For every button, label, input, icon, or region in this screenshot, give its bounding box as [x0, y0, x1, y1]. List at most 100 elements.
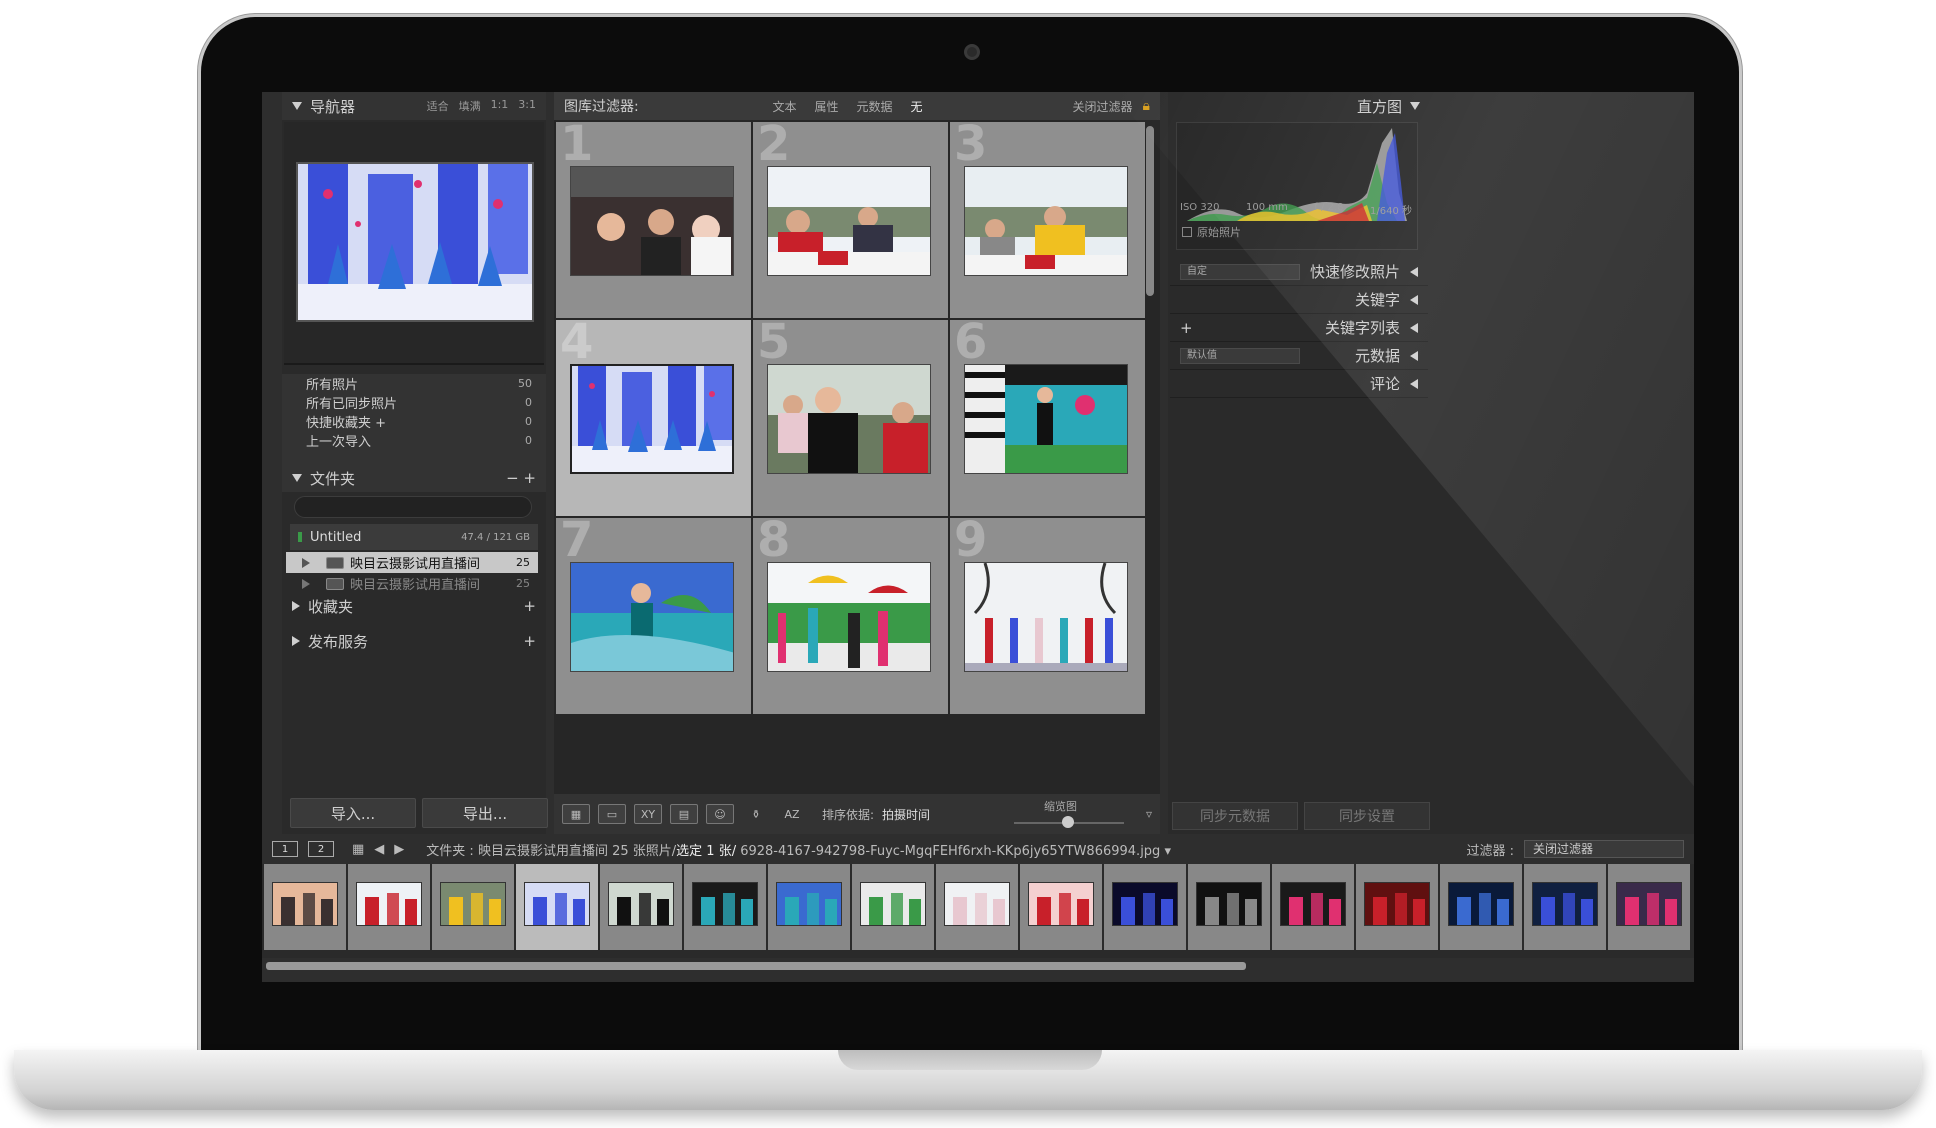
folders-actions[interactable]: − + — [506, 469, 536, 487]
zoom-fit[interactable]: 适合 — [427, 98, 449, 114]
spray-can-icon[interactable]: ⚱ — [742, 804, 770, 824]
filter-select[interactable]: 关闭过滤器 — [1524, 840, 1684, 858]
photo-thumbnail[interactable] — [570, 562, 734, 672]
filmstrip-cell[interactable] — [936, 864, 1018, 950]
expand-triangle-icon[interactable] — [292, 636, 300, 646]
add-collection-icon[interactable]: + — [523, 597, 536, 615]
folder-item[interactable]: 映目云摄影试用直播间 25 — [286, 573, 538, 594]
thumbnail-size-slider[interactable]: 缩览图 — [1013, 798, 1124, 830]
quick-develop-preset-select[interactable]: 自定 — [1180, 263, 1300, 280]
filmstrip-cell-selected[interactable] — [516, 864, 598, 950]
filmstrip-cell[interactable] — [1188, 864, 1270, 950]
back-arrow-icon[interactable]: ◀ — [374, 842, 384, 857]
filmstrip-scrollbar[interactable] — [266, 962, 1246, 970]
filter-none[interactable]: 无 — [911, 98, 923, 115]
expand-triangle-icon[interactable] — [302, 557, 310, 568]
navigator-header[interactable]: 导航器 适合 填满 1:1 3:1 — [282, 92, 546, 120]
filmstrip-cell[interactable] — [264, 864, 346, 950]
primary-monitor-button[interactable]: 1 — [272, 841, 298, 857]
grid-cell[interactable]: 5 — [753, 320, 948, 516]
filmstrip-cell[interactable] — [1608, 864, 1690, 950]
filmstrip-thumbnail[interactable] — [524, 882, 590, 926]
grid-scrollbar[interactable] — [1146, 126, 1154, 296]
filmstrip-thumbnail[interactable] — [860, 882, 926, 926]
folder-search-input[interactable] — [294, 496, 532, 518]
survey-view-icon[interactable]: ▤ — [670, 804, 698, 824]
zoom-3-1[interactable]: 3:1 — [518, 98, 536, 114]
filmstrip-thumbnail[interactable] — [1364, 882, 1430, 926]
filmstrip-thumbnail[interactable] — [608, 882, 674, 926]
secondary-monitor-button[interactable]: 2 — [308, 841, 334, 857]
photo-thumbnail[interactable] — [964, 166, 1128, 276]
photo-thumbnail[interactable] — [964, 562, 1128, 672]
filmstrip-thumbnail[interactable] — [440, 882, 506, 926]
filmstrip-thumbnail[interactable] — [1448, 882, 1514, 926]
grid-cell[interactable]: 7 — [556, 518, 751, 714]
filmstrip-thumbnail[interactable] — [692, 882, 758, 926]
filmstrip-thumbnail[interactable] — [356, 882, 422, 926]
collapse-triangle-icon[interactable] — [292, 102, 302, 110]
catalog-last-import[interactable]: 上一次导入 0 — [282, 431, 546, 450]
folders-header[interactable]: 文件夹 − + — [282, 464, 546, 492]
filmstrip-thumbnail[interactable] — [944, 882, 1010, 926]
filmstrip-cell[interactable] — [1104, 864, 1186, 950]
filmstrip-thumbnail[interactable] — [272, 882, 338, 926]
comments-header[interactable]: 评论 — [1170, 370, 1428, 398]
export-button[interactable]: 导出... — [422, 798, 548, 828]
collapse-triangle-icon[interactable] — [1410, 102, 1420, 110]
expand-triangle-icon[interactable] — [302, 578, 310, 589]
photo-thumbnail[interactable] — [767, 166, 931, 276]
filmstrip-thumbnail[interactable] — [1616, 882, 1682, 926]
metadata-preset-select[interactable]: 默认值 — [1180, 347, 1300, 364]
grid-icon[interactable]: ▦ — [352, 842, 364, 857]
keyword-list-header[interactable]: + 关键字列表 — [1170, 314, 1428, 342]
expand-triangle-icon[interactable] — [1410, 350, 1418, 361]
grid-cell[interactable]: 3 — [950, 122, 1145, 318]
grid-view-icon[interactable]: ▦ — [562, 804, 590, 824]
histogram-header[interactable]: 直方图 — [1168, 92, 1430, 120]
filmstrip-thumbnail[interactable] — [1280, 882, 1346, 926]
add-keyword-icon[interactable]: + — [1180, 319, 1193, 337]
catalog-quick-collection[interactable]: 快捷收藏夹 +0 — [282, 412, 546, 431]
forward-arrow-icon[interactable]: ▶ — [394, 842, 404, 857]
keywording-header[interactable]: 关键字 — [1170, 286, 1428, 314]
filmstrip-cell[interactable] — [852, 864, 934, 950]
filmstrip-cell[interactable] — [1356, 864, 1438, 950]
add-publish-icon[interactable]: + — [523, 632, 536, 650]
filmstrip-thumbnail[interactable] — [1028, 882, 1094, 926]
expand-triangle-icon[interactable] — [1410, 266, 1418, 277]
zoom-fill[interactable]: 填满 — [459, 98, 481, 114]
filmstrip-cell[interactable] — [1524, 864, 1606, 950]
photo-thumbnail[interactable] — [570, 364, 734, 474]
photo-thumbnail[interactable] — [964, 364, 1128, 474]
filmstrip-cell[interactable] — [768, 864, 850, 950]
loupe-view-icon[interactable]: ▭ — [598, 804, 626, 824]
filmstrip-thumbnail[interactable] — [776, 882, 842, 926]
filter-metadata[interactable]: 元数据 — [857, 98, 893, 115]
source-path[interactable]: 文件夹 : 映目云摄影试用直播间 25 张照片/选定 1 张/ 6928-416… — [426, 840, 1171, 859]
filmstrip-cell[interactable] — [600, 864, 682, 950]
expand-triangle-icon[interactable] — [1410, 378, 1418, 389]
checkbox[interactable] — [1182, 227, 1192, 237]
photo-thumbnail[interactable] — [767, 562, 931, 672]
zoom-1-1[interactable]: 1:1 — [491, 98, 509, 114]
expand-triangle-icon[interactable] — [292, 601, 300, 611]
navigator-preview[interactable] — [284, 122, 544, 365]
slider-knob[interactable] — [1061, 816, 1074, 828]
people-view-icon[interactable]: ☺ — [706, 804, 734, 824]
quick-develop-header[interactable]: 自定 快速修改照片 — [1170, 258, 1428, 286]
lock-icon[interactable]: 🔒︎ — [1143, 98, 1150, 114]
volume-row[interactable]: Untitled 47.4 / 121 GB — [290, 524, 538, 550]
filmstrip-cell[interactable] — [684, 864, 766, 950]
toolbar-menu-chevron-icon[interactable]: ▿ — [1146, 807, 1152, 821]
grid-cell-selected[interactable]: 4 — [556, 320, 751, 516]
filmstrip-cell[interactable] — [1272, 864, 1354, 950]
close-filter[interactable]: 关闭过滤器 — [1073, 98, 1133, 115]
filmstrip-cell[interactable] — [348, 864, 430, 950]
compare-view-icon[interactable]: XY — [634, 804, 662, 824]
collapse-triangle-icon[interactable] — [292, 474, 302, 482]
metadata-header[interactable]: 默认值 元数据 — [1170, 342, 1428, 370]
filmstrip-cell[interactable] — [1440, 864, 1522, 950]
expand-triangle-icon[interactable] — [1410, 294, 1418, 305]
grid-cell[interactable]: 9 — [950, 518, 1145, 714]
